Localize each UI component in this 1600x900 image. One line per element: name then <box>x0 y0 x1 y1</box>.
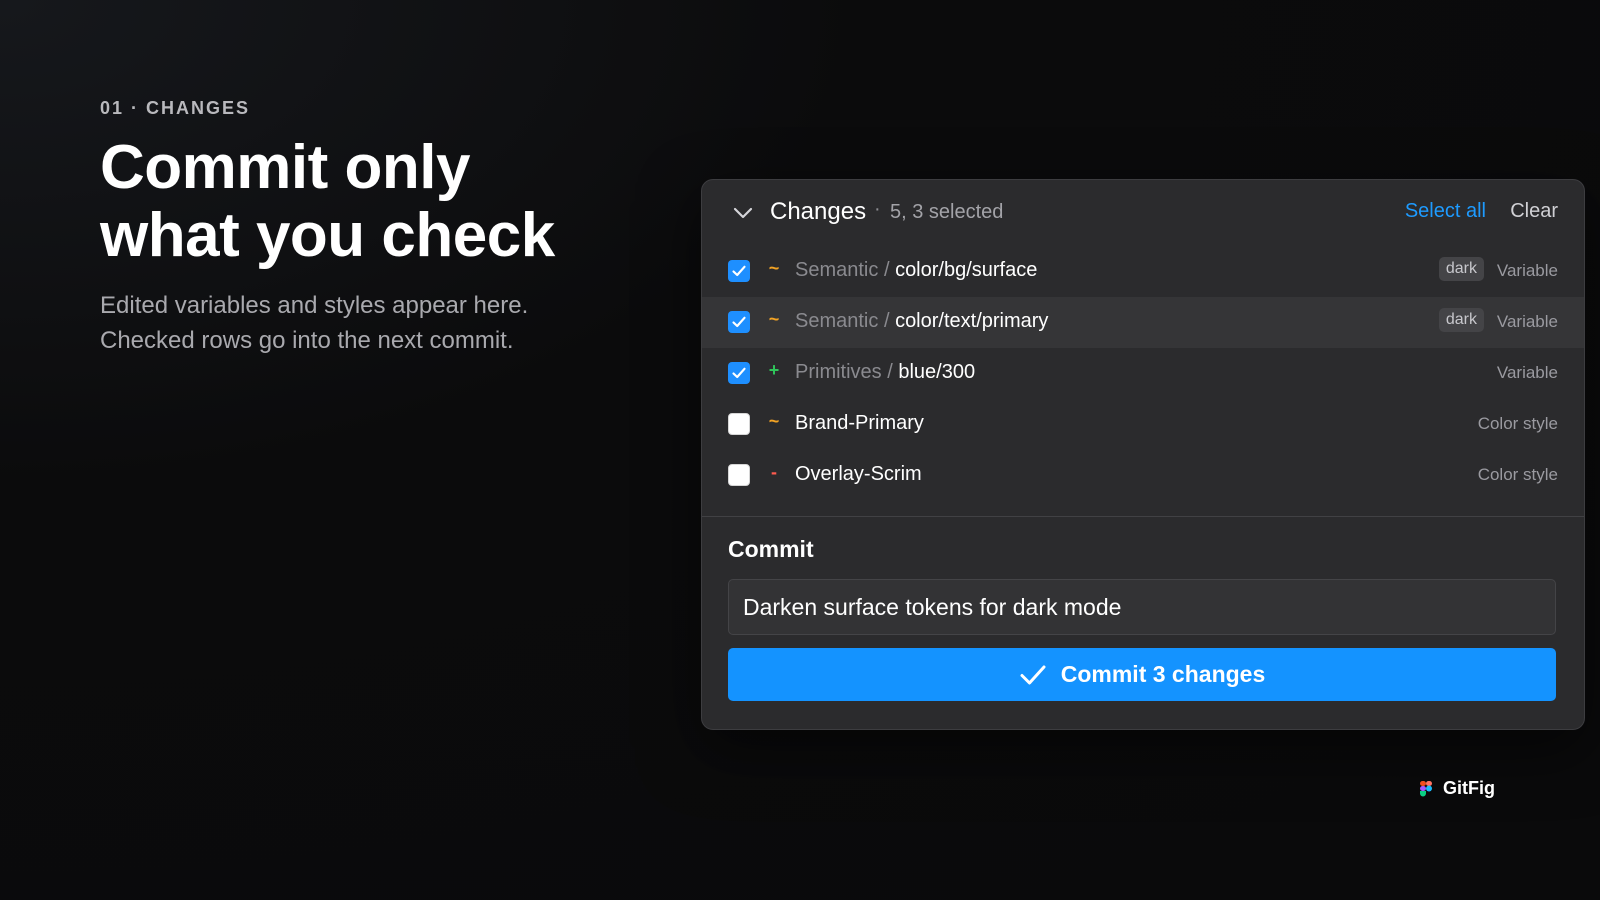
row-checkbox[interactable] <box>728 260 750 282</box>
change-row[interactable]: - Overlay-Scrim Color style <box>702 450 1584 501</box>
panel-title: Changes <box>770 198 867 225</box>
change-kind: Color style <box>1477 465 1558 484</box>
change-row[interactable]: ~ Brand-Primary Color style <box>702 399 1584 450</box>
checkmark-icon <box>732 265 746 277</box>
added-status-icon: + <box>768 360 780 380</box>
figma-logo-icon <box>1420 780 1432 796</box>
row-checkbox[interactable] <box>728 362 750 384</box>
section-eyebrow: 01 · CHANGES <box>100 98 251 118</box>
change-token: blue/300 <box>898 361 976 383</box>
changes-count: 5, 3 selected <box>890 201 1004 223</box>
change-name: Brand-Primary <box>795 412 924 435</box>
checkmark-icon <box>732 316 746 328</box>
commit-heading: Commit <box>728 536 814 562</box>
panel-header: Changes · 5, 3 selected Select all Clear <box>702 180 1584 246</box>
change-group: Primitives <box>795 361 882 383</box>
change-name: Primitives / blue/300 <box>795 361 975 384</box>
change-name: Overlay-Scrim <box>795 463 922 486</box>
path-separator: / <box>887 361 893 383</box>
path-separator: / <box>883 259 890 281</box>
modified-status-icon: ~ <box>768 258 780 278</box>
change-name: Semantic / color/bg/surface <box>795 259 1037 282</box>
row-checkbox[interactable] <box>728 464 750 486</box>
change-kind: Variable <box>1496 363 1558 382</box>
subcopy: Edited variables and styles appear here.… <box>100 292 529 354</box>
change-row[interactable]: + Primitives / blue/300 Variable <box>702 348 1584 399</box>
mode-badge: dark <box>1438 308 1484 332</box>
commit-button-label: Commit 3 changes <box>1060 661 1266 687</box>
chevron-down-icon[interactable] <box>732 202 754 224</box>
change-kind: Variable <box>1496 261 1558 280</box>
change-token: Brand-Primary <box>795 412 924 434</box>
change-row[interactable]: ~ Semantic / color/bg/surface dark Varia… <box>702 246 1584 297</box>
row-checkbox[interactable] <box>728 311 750 333</box>
mode-badge: dark <box>1438 257 1484 281</box>
change-token: color/bg/surface <box>895 259 1038 281</box>
clear-button[interactable]: Clear <box>1510 200 1558 223</box>
change-token: Overlay-Scrim <box>795 463 922 485</box>
slide: 01 · CHANGES Commit only what you check … <box>0 0 1600 900</box>
changes-list: ~ Semantic / color/bg/surface dark Varia… <box>702 246 1584 501</box>
brand-name: GitFig <box>1443 778 1495 798</box>
change-kind: Variable <box>1496 312 1558 331</box>
change-group: Semantic <box>795 259 879 281</box>
header-separator: · <box>874 198 881 220</box>
modified-status-icon: ~ <box>768 411 780 431</box>
change-group: Semantic <box>795 310 879 332</box>
section-divider <box>702 516 1584 517</box>
brand-lockup: GitFig <box>1419 778 1495 799</box>
checkmark-icon <box>732 367 746 379</box>
change-name: Semantic / color/text/primary <box>795 310 1048 333</box>
select-all-button[interactable]: Select all <box>1405 200 1486 223</box>
changes-panel: Changes · 5, 3 selected Select all Clear… <box>701 179 1585 730</box>
row-checkbox[interactable] <box>728 413 750 435</box>
change-kind: Color style <box>1477 414 1558 433</box>
change-token: color/text/primary <box>895 310 1049 332</box>
modified-status-icon: ~ <box>768 309 780 329</box>
change-row[interactable]: ~ Semantic / color/text/primary dark Var… <box>702 297 1584 348</box>
deleted-status-icon: - <box>771 462 777 482</box>
checkmark-icon <box>1020 665 1046 684</box>
commit-button[interactable]: Commit 3 changes <box>728 648 1556 701</box>
commit-message-input[interactable] <box>728 579 1556 635</box>
headline: Commit only what you check <box>100 133 555 270</box>
path-separator: / <box>883 310 890 332</box>
